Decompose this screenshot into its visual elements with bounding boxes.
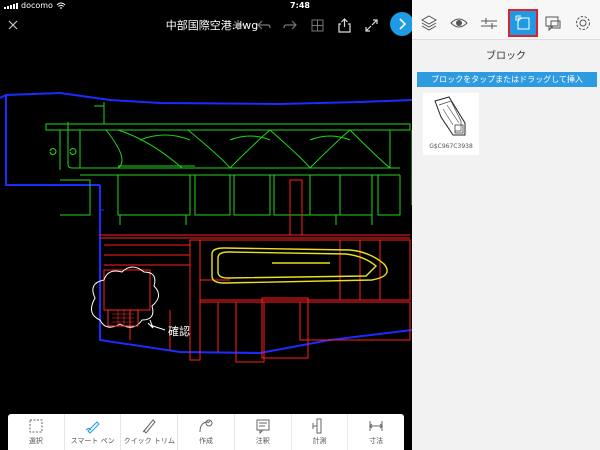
tool-label: 作成	[199, 437, 214, 445]
measure-icon	[312, 418, 322, 434]
tool-create[interactable]: 作成	[178, 414, 235, 450]
sparkle-icon[interactable]	[228, 15, 248, 35]
blocks-icon[interactable]	[508, 9, 538, 37]
tool-measure[interactable]: 計測	[292, 414, 349, 450]
annotate-icon	[256, 419, 270, 434]
layers-icon[interactable]	[418, 12, 440, 34]
visibility-eye-icon[interactable]	[448, 12, 470, 34]
comments-icon[interactable]	[542, 12, 564, 34]
close-icon[interactable]	[3, 15, 23, 35]
tool-label: スマート ペン	[70, 437, 115, 445]
block-item[interactable]: G$C967C3938	[423, 93, 479, 155]
undo-icon[interactable]	[254, 15, 274, 35]
properties-sliders-icon[interactable]	[478, 12, 500, 34]
select-icon	[29, 419, 43, 433]
grid-view-icon[interactable]	[307, 15, 327, 35]
annotation-label: 確認	[168, 325, 190, 338]
insert-hint-banner: ブロックをタップまたはドラッグして挿入	[417, 72, 597, 87]
app-window: docomo 7:48 中部国際空港.dwg 確認 選択 スマート ペン クイッ…	[0, 0, 600, 450]
fullscreen-icon[interactable]	[361, 15, 381, 35]
create-icon	[199, 419, 213, 433]
dimension-icon	[369, 421, 383, 431]
panel-tabs	[412, 0, 600, 40]
bottom-toolbar: 選択 スマート ペン クイック トリム 作成 注釈 計測 寸法	[8, 414, 404, 450]
tool-select[interactable]: 選択	[8, 414, 65, 450]
block-thumbnail-icon	[434, 96, 466, 136]
top-toolbar: 中部国際空港.dwg	[0, 11, 414, 40]
tool-label: クイック トリム	[123, 437, 175, 445]
smart-pen-icon	[85, 421, 100, 434]
tool-label: 注釈	[255, 437, 270, 445]
share-icon[interactable]	[334, 15, 354, 35]
tool-label: 寸法	[369, 437, 384, 445]
tool-dimension[interactable]: 寸法	[348, 414, 404, 450]
tool-smart-pen[interactable]: スマート ペン	[65, 414, 122, 450]
tool-quick-trim[interactable]: クイック トリム	[121, 414, 179, 450]
block-name: G$C967C3938	[429, 143, 473, 150]
tool-label: 計測	[312, 437, 327, 445]
settings-gear-icon[interactable]	[572, 12, 594, 34]
cad-drawing	[0, 91, 413, 363]
tool-label: 選択	[28, 437, 43, 445]
panel-title: ブロック	[486, 51, 526, 62]
chevron-right-icon[interactable]	[390, 12, 414, 36]
drawing-canvas[interactable]: 確認	[0, 40, 413, 412]
quick-trim-icon	[142, 419, 156, 434]
side-panel: ブロック ブロックをタップまたはドラッグして挿入 G$C967C3938	[412, 0, 600, 450]
tool-annotate[interactable]: 注釈	[235, 414, 292, 450]
redo-icon[interactable]	[280, 15, 300, 35]
